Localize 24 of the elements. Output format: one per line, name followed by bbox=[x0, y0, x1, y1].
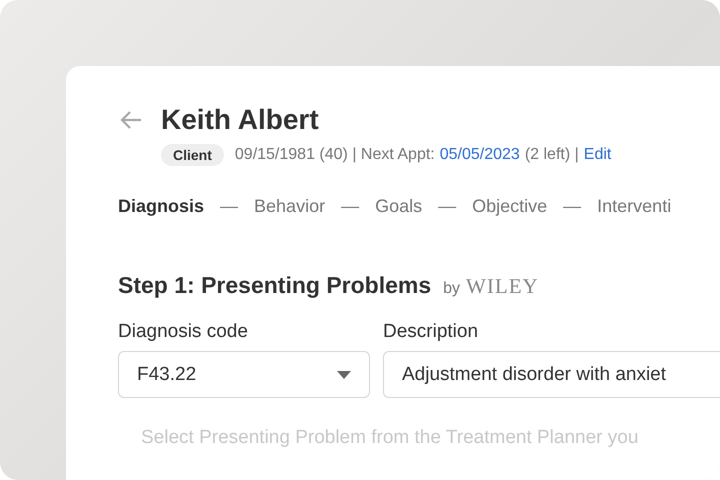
back-arrow-icon[interactable] bbox=[120, 111, 142, 129]
step-separator: — bbox=[438, 196, 456, 217]
appointment-link[interactable]: 05/05/2023 bbox=[440, 146, 520, 164]
field-label: Diagnosis code bbox=[118, 321, 249, 343]
step-separator: — bbox=[563, 196, 582, 217]
section-title: Step 1: Presenting Problems bbox=[118, 272, 432, 299]
step-separator: — bbox=[220, 196, 238, 217]
dropdown-caret-icon bbox=[337, 370, 351, 378]
step-tab[interactable]: Behavior bbox=[254, 196, 326, 217]
step-separator: — bbox=[341, 196, 360, 217]
by-label: by bbox=[443, 280, 460, 298]
brand-logo: WILEY bbox=[466, 274, 539, 299]
step-tab[interactable]: Diagnosis bbox=[118, 196, 204, 217]
client-tag: Client bbox=[161, 144, 224, 166]
client-name: Keith Albert bbox=[161, 104, 319, 136]
appointments-left: (2 left) | bbox=[524, 146, 579, 164]
description-field[interactable]: Adjustment disorder with anxiet bbox=[383, 351, 720, 398]
client-details: 09/15/1981 (40) | Next Appt: bbox=[234, 146, 435, 164]
step-tab[interactable]: Objective bbox=[472, 196, 548, 217]
step-tab[interactable]: Goals bbox=[375, 196, 422, 217]
step-tab[interactable]: Interventi bbox=[597, 196, 672, 217]
diagnosis-code-dropdown[interactable]: F43.22 bbox=[118, 351, 370, 398]
edit-link[interactable]: Edit bbox=[584, 146, 612, 164]
field-label: Description bbox=[383, 321, 480, 343]
